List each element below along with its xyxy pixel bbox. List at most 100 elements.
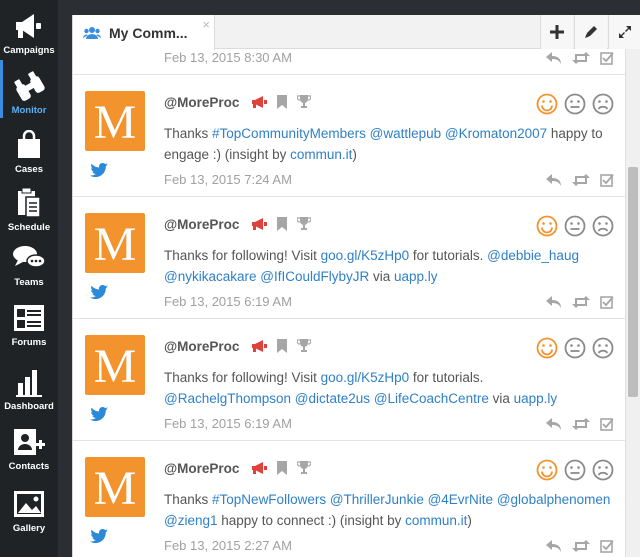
list-item: M @MoreProc Thanks for following! Visit … [73,319,626,441]
post-link[interactable]: @nykikacakare [164,269,257,284]
sidebar-item-cases[interactable]: Cases [0,119,58,177]
sidebar-item-gallery[interactable]: Gallery [0,478,58,536]
checkbox-icon[interactable] [600,51,614,65]
post-text-segment: ) [467,512,472,528]
reply-icon[interactable] [546,174,562,186]
sidebar-item-label: Dashboard [4,401,54,412]
bookmark-icon[interactable] [277,461,287,475]
sad-face-icon[interactable] [592,215,614,237]
avatar[interactable]: M [85,213,145,273]
neutral-face-icon[interactable] [564,215,586,237]
avatar[interactable]: M [85,457,145,517]
happy-face-icon[interactable] [536,215,558,237]
avatar[interactable]: M [85,91,145,151]
add-contact-icon [12,426,46,458]
scrollbar-thumb[interactable] [628,167,638,397]
edit-button[interactable] [574,15,607,49]
sentiment-selector [536,337,614,359]
sentiment-selector [536,93,614,115]
checkbox-icon[interactable] [600,539,614,553]
post-link[interactable]: @globalphenomen [497,492,611,507]
sad-face-icon[interactable] [592,459,614,481]
sidebar-item-dashboard[interactable]: Dashboard [0,356,58,414]
post-timestamp: Feb 13, 2015 6:19 AM [164,294,292,309]
happy-face-icon[interactable] [536,93,558,115]
sad-face-icon[interactable] [592,93,614,115]
sidebar-item-label: Cases [15,164,43,175]
post-link[interactable]: goo.gl/K5zHp0 [321,370,410,385]
binoculars-icon [12,70,46,102]
trophy-icon[interactable] [297,95,311,109]
neutral-face-icon[interactable] [564,459,586,481]
post-link[interactable]: @ThrillerJunkie [330,492,424,507]
bookmark-icon[interactable] [277,95,287,109]
checkbox-icon[interactable] [600,295,614,309]
bookmark-icon[interactable] [277,217,287,231]
trophy-icon[interactable] [297,339,311,353]
retweet-icon[interactable] [572,540,590,552]
sidebar-item-campaigns[interactable]: Campaigns [0,0,58,58]
retweet-icon[interactable] [572,174,590,186]
post-meta-icons [251,95,311,109]
megaphone-icon[interactable] [251,217,267,231]
reply-icon[interactable] [546,296,562,308]
post-link[interactable]: @LifeCoachCentre [374,391,489,406]
reply-icon[interactable] [546,52,562,64]
users-icon [83,26,101,39]
post-link[interactable]: @zieng1 [164,513,218,528]
post-link[interactable]: @RachelgThompson [164,391,291,406]
reply-icon[interactable] [546,540,562,552]
trophy-icon[interactable] [297,217,311,231]
post-link[interactable]: #TopCommunityMembers [212,126,366,141]
post-link[interactable]: commun.it [290,147,352,162]
megaphone-icon[interactable] [251,95,267,109]
happy-face-icon[interactable] [536,459,558,481]
post-link[interactable]: @Kromaton2007 [445,126,547,141]
neutral-face-icon[interactable] [564,337,586,359]
close-tab-button[interactable]: × [202,18,210,31]
avatar[interactable]: M [85,335,145,395]
checkbox-icon[interactable] [600,173,614,187]
post-link[interactable]: #TopNewFollowers [212,492,326,507]
expand-button[interactable] [608,15,640,49]
post-link[interactable]: @wattlepub [370,126,442,141]
post-text-segment: Thanks [164,492,213,507]
add-button[interactable] [540,15,573,49]
sidebar-item-teams[interactable]: Teams [0,232,58,290]
post-link[interactable]: @debbie_haug [487,248,579,263]
sidebar-item-contacts[interactable]: Contacts [0,416,58,474]
post-link[interactable]: commun.it [405,513,467,528]
reply-icon[interactable] [546,418,562,430]
post-text: Thanks for following! Visit goo.gl/K5zHp… [164,246,614,287]
sidebar-item-forums[interactable]: Forums [0,292,58,350]
neutral-face-icon[interactable] [564,93,586,115]
post-link[interactable]: @4EvrNite [428,492,493,507]
sidebar-item-monitor[interactable]: Monitor [0,60,58,118]
post-author[interactable]: @MoreProc [164,95,239,110]
post-link[interactable]: uapp.ly [514,391,558,406]
tab-title: My Comm... [109,24,188,41]
retweet-icon[interactable] [572,418,590,430]
retweet-icon[interactable] [572,296,590,308]
sidebar-item-schedule[interactable]: Schedule [0,177,58,235]
bookmark-icon[interactable] [277,339,287,353]
post-link[interactable]: @IfICouldFlybyJR [260,269,369,284]
trophy-icon[interactable] [297,461,311,475]
post-link[interactable]: uapp.ly [394,269,438,284]
tab-my-community[interactable]: My Comm... × [73,15,215,50]
sad-face-icon[interactable] [592,337,614,359]
post-author[interactable]: @MoreProc [164,461,239,476]
megaphone-icon[interactable] [251,339,267,353]
post-author[interactable]: @MoreProc [164,217,239,232]
megaphone-icon[interactable] [251,461,267,475]
post-actions [546,173,614,187]
post-link[interactable]: goo.gl/K5zHp0 [321,248,410,263]
post-text-segment: Thanks for following! Visit [164,370,321,385]
feed-scrollbar[interactable] [625,49,640,557]
post-author[interactable]: @MoreProc [164,339,239,354]
sidebar-item-label: Teams [14,277,44,288]
post-link[interactable]: @dictate2us [295,391,370,406]
happy-face-icon[interactable] [536,337,558,359]
retweet-icon[interactable] [572,52,590,64]
checkbox-icon[interactable] [600,417,614,431]
